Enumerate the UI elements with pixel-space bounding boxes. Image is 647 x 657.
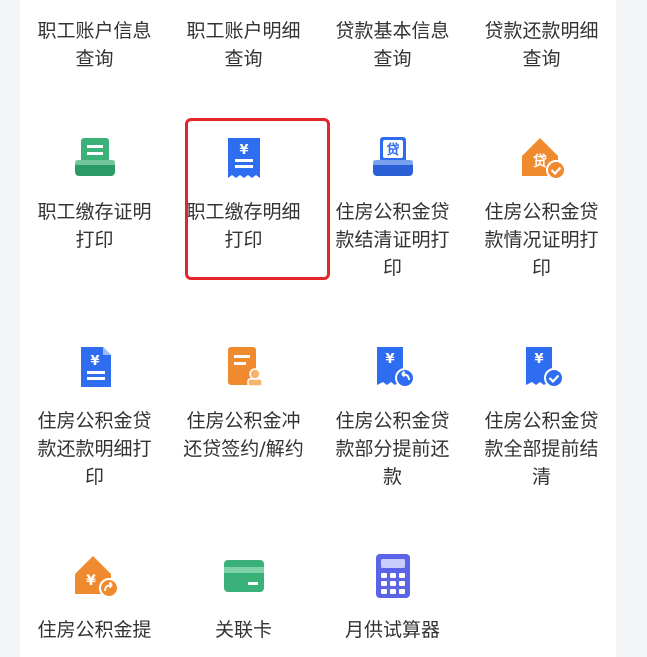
service-label: 贷款还款明细查询: [484, 20, 599, 70]
service-label: 职工缴存证明打印: [37, 201, 152, 251]
service-label: 住房公积金贷款全部提前结清: [484, 410, 599, 488]
service-label: 住房公积金冲还贷签约/解约: [183, 410, 304, 460]
service-linked-card[interactable]: 关联卡: [169, 550, 318, 644]
bank-card-icon: [218, 550, 270, 602]
service-label: 住房公积金贷款还款明细打印: [37, 410, 152, 488]
service-loan-status-cert[interactable]: 贷 住房公积金贷款情况证明打印: [467, 132, 616, 282]
service-label: 住房公积金贷款结清证明打印: [335, 201, 450, 279]
yuan-document-icon: ¥: [69, 341, 121, 393]
selection-highlight: [185, 118, 330, 280]
service-monthly-calc[interactable]: 月供试算器: [318, 550, 467, 644]
service-label: 职工账户信息查询: [37, 20, 152, 70]
receipt-return-icon: ¥: [367, 341, 419, 393]
svg-text:¥: ¥: [86, 573, 96, 589]
service-loan-settle-cert[interactable]: 贷 住房公积金贷款结清证明打印: [318, 132, 467, 282]
service-label: 住房公积金贷款部分提前还款: [335, 410, 450, 488]
contract-stamp-icon: [218, 341, 270, 393]
service-offset-repay-sign[interactable]: 住房公积金冲还贷签约/解约: [169, 341, 318, 463]
loan-printer-icon: 贷: [367, 132, 419, 184]
service-loan-repay-detail[interactable]: 贷款还款明细查询: [467, 17, 616, 73]
svg-text:贷: 贷: [386, 142, 399, 158]
service-emp-account-info[interactable]: 职工账户信息查询: [20, 17, 169, 73]
service-label: 贷款基本信息查询: [335, 20, 450, 70]
svg-text:贷: 贷: [533, 153, 547, 170]
house-loan-check-icon: 贷: [516, 132, 568, 184]
service-loan-repay-detail-print[interactable]: ¥ 住房公积金贷款还款明细打印: [20, 341, 169, 491]
calculator-icon: [367, 550, 419, 602]
page-margin: [616, 0, 647, 657]
service-full-prepay[interactable]: ¥ 住房公积金贷款全部提前结清: [467, 341, 616, 491]
svg-text:¥: ¥: [534, 352, 543, 367]
service-label: 关联卡: [214, 619, 272, 641]
svg-text:¥: ¥: [385, 352, 394, 367]
service-partial-prepay[interactable]: ¥ 住房公积金贷款部分提前还款: [318, 341, 467, 491]
service-label: 月供试算器: [344, 619, 440, 641]
service-label: 住房公积金贷款情况证明打印: [484, 201, 599, 279]
service-panel: 职工账户信息查询 职工账户明细查询 贷款基本信息查询 贷款还款明细查询 职工缴存…: [20, 0, 616, 657]
service-fund-withdraw[interactable]: ¥ 住房公积金提: [20, 550, 169, 644]
house-yuan-arrow-icon: ¥: [69, 550, 121, 602]
service-label: 住房公积金提: [37, 619, 152, 641]
printer-doc-icon: [69, 132, 121, 184]
svg-text:¥: ¥: [90, 354, 99, 369]
service-label: 职工账户明细查询: [186, 20, 301, 70]
service-loan-basic-info[interactable]: 贷款基本信息查询: [318, 17, 467, 73]
receipt-check-icon: ¥: [516, 341, 568, 393]
service-emp-deposit-cert[interactable]: 职工缴存证明打印: [20, 132, 169, 254]
service-emp-account-detail[interactable]: 职工账户明细查询: [169, 17, 318, 73]
